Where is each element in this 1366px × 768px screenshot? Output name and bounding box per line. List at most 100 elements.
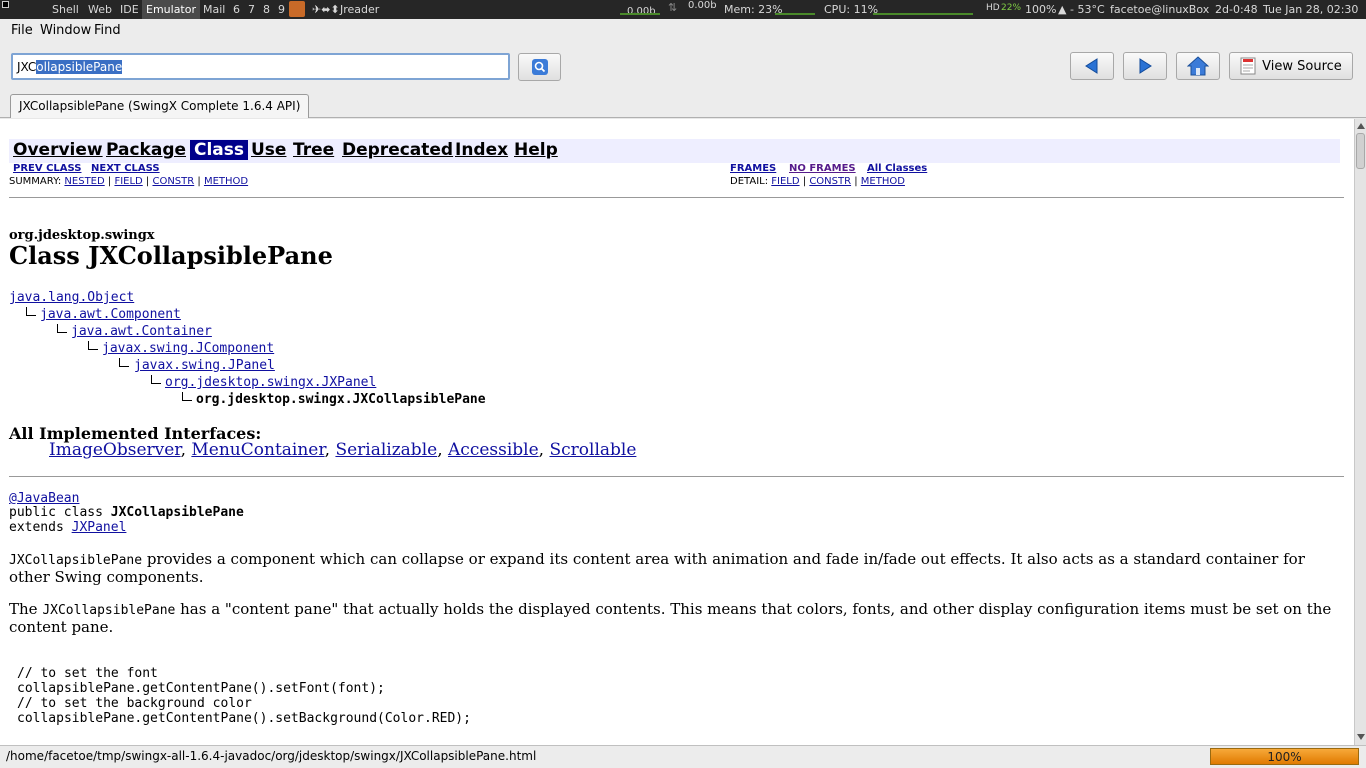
document-view: Overview Package Class Use Tree Deprecat… [0,119,1354,745]
workspace-9[interactable]: 9 [278,3,285,16]
search-text-selected: ollapsiblePane [36,60,123,74]
detail-label: DETAIL: [730,176,769,187]
decl-class-name: JXCollapsiblePane [110,505,244,520]
nav-class: Class [190,140,249,160]
annotation-line: @JavaBean [9,491,79,506]
menu-find[interactable]: Find [94,23,121,38]
scroll-up-icon[interactable] [1356,120,1366,130]
interface-accessible[interactable]: Accessible [448,440,539,460]
interface-imageobserver[interactable]: ImageObserver [49,440,181,460]
search-input[interactable]: JXCollapsiblePane [11,53,510,80]
hierarchy-jcomponent[interactable]: javax.swing.JComponent [102,341,274,356]
workspace-6[interactable]: 6 [233,3,240,16]
code-line: collapsiblePane.getContentPane().setBack… [17,711,471,726]
summary-row: SUMMARY: NESTED | FIELD | CONSTR | METHO… [9,176,249,187]
summary-constr-link[interactable]: CONSTR [152,176,194,187]
javadoc-nav-bar: Overview Package Class Use Tree Deprecat… [9,139,1340,163]
workspace-web[interactable]: Web [88,3,112,16]
detail-constr-link[interactable]: CONSTR [809,176,851,187]
code-line: // to set the font [17,666,158,681]
menu-window[interactable]: Window [40,23,91,38]
detail-field-link[interactable]: FIELD [771,176,799,187]
progress-label: 100% [1267,750,1302,764]
nav-deprecated[interactable]: Deprecated [342,140,453,160]
hierarchy-component[interactable]: java.awt.Component [40,307,181,322]
next-class-link[interactable]: NEXT CLASS [91,163,160,174]
decl-extends: extends [9,520,72,535]
tree-elbow [151,375,161,384]
interface-menucontainer[interactable]: MenuContainer [191,440,324,460]
status-path: /home/facetoe/tmp/swingx-all-1.6.4-javad… [6,749,537,763]
clock: Tue Jan 28, 02:30 [1263,3,1359,16]
summary-nested-link[interactable]: NESTED [64,176,104,187]
para2-lead: The [9,600,43,618]
interface-serializable[interactable]: Serializable [335,440,437,460]
mem-usage: Mem: 23% [724,3,783,16]
back-button[interactable] [1070,52,1114,80]
forward-button[interactable] [1123,52,1167,80]
para2-code: JXCollapsiblePane [42,603,176,618]
class-title: Class JXCollapsiblePane [9,241,333,270]
tree-elbow [119,358,129,367]
workspace-mail[interactable]: Mail [203,3,225,16]
detail-method-link[interactable]: METHOD [861,176,905,187]
search-button[interactable] [518,53,561,81]
home-button[interactable] [1176,52,1220,80]
workspace-shell[interactable]: Shell [52,3,79,16]
divider [9,476,1344,477]
interface-scrollable[interactable]: Scrollable [549,440,636,460]
nav-overview[interactable]: Overview [13,140,103,160]
search-text-prefix: JXC [17,60,37,74]
view-source-button[interactable]: View Source [1229,52,1353,80]
hierarchy-object[interactable]: java.lang.Object [9,290,134,305]
tab-strip: JXCollapsiblePane (SwingX Complete 1.6.4… [0,93,1366,118]
cpu-temperature: - 53°C [1070,3,1105,16]
hd-label: HD [986,3,1000,13]
nav-use[interactable]: Use [251,140,286,160]
declaration-line: public class JXCollapsiblePane [9,505,244,520]
para2-text: has a "content pane" that actually holds… [9,600,1332,636]
workspace-8[interactable]: 8 [263,3,270,16]
hierarchy-jpanel[interactable]: javax.swing.JPanel [134,358,275,373]
tab-jxcollapsiblepane[interactable]: JXCollapsiblePane (SwingX Complete 1.6.4… [10,94,310,118]
para1-text: provides a component which can collapse … [9,550,1305,586]
workspace-emulator[interactable]: Emulator [142,0,200,19]
frames-link[interactable]: FRAMES [730,163,776,174]
window-icon[interactable] [2,1,9,8]
cpu-usage: CPU: 11% [824,3,879,16]
battery-icon: ▲ [1058,3,1067,16]
menu-file[interactable]: File [11,23,33,38]
net-arrows-icon: ⇅ [668,1,678,14]
vertical-scrollbar[interactable] [1354,119,1366,745]
document-icon [1240,57,1256,75]
hierarchy-container[interactable]: java.awt.Container [71,324,212,339]
javabean-link[interactable]: @JavaBean [9,491,79,506]
workspace-7[interactable]: 7 [248,3,255,16]
arrow-right-icon [1136,57,1154,75]
hierarchy-current: org.jdesktop.swingx.JXCollapsiblePane [196,392,486,407]
summary-label: SUMMARY: [9,176,62,187]
workspace-ide[interactable]: IDE [120,3,139,16]
scroll-down-icon[interactable] [1356,731,1366,741]
hierarchy-jxpanel[interactable]: org.jdesktop.swingx.JXPanel [165,375,376,390]
user-host: facetoe@linuxBox [1110,3,1210,16]
no-frames-link[interactable]: NO FRAMES [789,163,856,174]
uptime: 2d-0:48 [1215,3,1258,16]
nav-index[interactable]: Index [455,140,508,160]
summary-method-link[interactable]: METHOD [204,176,248,187]
status-bar: /home/facetoe/tmp/swingx-all-1.6.4-javad… [0,745,1366,768]
nav-package[interactable]: Package [106,140,186,160]
toolbar: JXCollapsiblePane View Source [0,41,1366,93]
summary-field-link[interactable]: FIELD [114,176,142,187]
all-classes-link[interactable]: All Classes [867,163,927,174]
description-paragraph-1: JXCollapsiblePane provides a component w… [9,551,1339,586]
scrollbar-thumb[interactable] [1356,133,1365,169]
nav-tree[interactable]: Tree [293,140,334,160]
superclass-link[interactable]: JXPanel [72,520,127,535]
cpu-graph [873,10,973,15]
decl-public: public class [9,505,111,520]
nav-help[interactable]: Help [514,140,558,160]
prev-class-link[interactable]: PREV CLASS [13,163,82,174]
battery-level: 100% [1025,3,1057,16]
view-source-label: View Source [1262,58,1342,74]
